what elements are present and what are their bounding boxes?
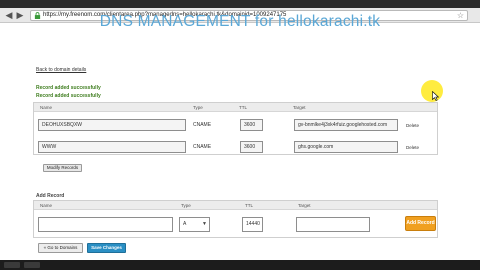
page-title: DNS MANAGEMENT for hellokarachi.tk xyxy=(99,13,381,30)
chevron-down-icon: ▼ xyxy=(202,221,207,227)
dns-records-table: Name Type TTL Target DEOHUXSBQXW CNAME 3… xyxy=(33,102,438,155)
window-top-bar xyxy=(0,0,480,8)
column-header-ttl: TTL xyxy=(245,203,254,208)
new-record-type-select[interactable]: A ▼ xyxy=(179,217,210,232)
new-record-name-input[interactable] xyxy=(38,217,173,232)
delete-record-link[interactable]: Delete xyxy=(406,123,419,128)
column-header-target: Target xyxy=(298,203,311,208)
add-record-panel: Name Type TTL Target A ▼ 14440 Add Recor… xyxy=(33,200,438,238)
record-ttl-field[interactable]: 3600 xyxy=(240,141,263,153)
add-record-header: Name Type TTL Target xyxy=(34,201,437,210)
new-record-target-input[interactable] xyxy=(296,217,370,232)
record-target-field[interactable]: ghs.google.com xyxy=(294,141,398,153)
go-to-domains-button[interactable]: « Go to Domains xyxy=(38,243,83,253)
record-name-field[interactable]: WWW xyxy=(38,141,186,153)
mouse-pointer-icon xyxy=(432,91,439,101)
column-header-ttl: TTL xyxy=(239,105,248,110)
success-message: Record added successfully xyxy=(36,85,101,91)
table-row: DEOHUXSBQXW CNAME 3600 gv-bnmlke4j3xk4rf… xyxy=(34,115,437,135)
column-header-name: Name xyxy=(40,105,53,110)
modify-records-button[interactable]: Modify Records xyxy=(43,164,82,172)
new-record-ttl-input[interactable]: 14440 xyxy=(242,217,263,232)
back-to-domain-link[interactable]: Back to domain details xyxy=(36,67,86,73)
table-row: WWW CNAME 3600 ghs.google.com Delete xyxy=(34,137,437,157)
taskbar-button[interactable] xyxy=(24,262,40,268)
table-header: Name Type TTL Target xyxy=(34,103,437,112)
column-header-target: Target xyxy=(293,105,306,110)
type-select-value: A xyxy=(183,221,187,227)
record-type: CNAME xyxy=(193,144,212,150)
taskbar xyxy=(0,260,480,270)
add-record-heading: Add Record xyxy=(36,193,65,199)
save-changes-button[interactable]: Save Changes xyxy=(87,243,126,253)
record-target-field[interactable]: gv-bnmlke4j3xk4rfuiz.googlehosted.com xyxy=(294,119,398,131)
delete-record-link[interactable]: Delete xyxy=(406,145,419,150)
column-header-type: Type xyxy=(193,105,203,110)
column-header-name: Name xyxy=(40,203,53,208)
taskbar-button[interactable] xyxy=(4,262,20,268)
success-message: Record added successfully xyxy=(36,93,101,99)
record-type: CNAME xyxy=(193,122,212,128)
add-record-button[interactable]: Add Record xyxy=(405,216,436,231)
record-name-field[interactable]: DEOHUXSBQXW xyxy=(38,119,186,131)
record-ttl-field[interactable]: 3600 xyxy=(240,119,263,131)
column-header-type: Type xyxy=(181,203,191,208)
